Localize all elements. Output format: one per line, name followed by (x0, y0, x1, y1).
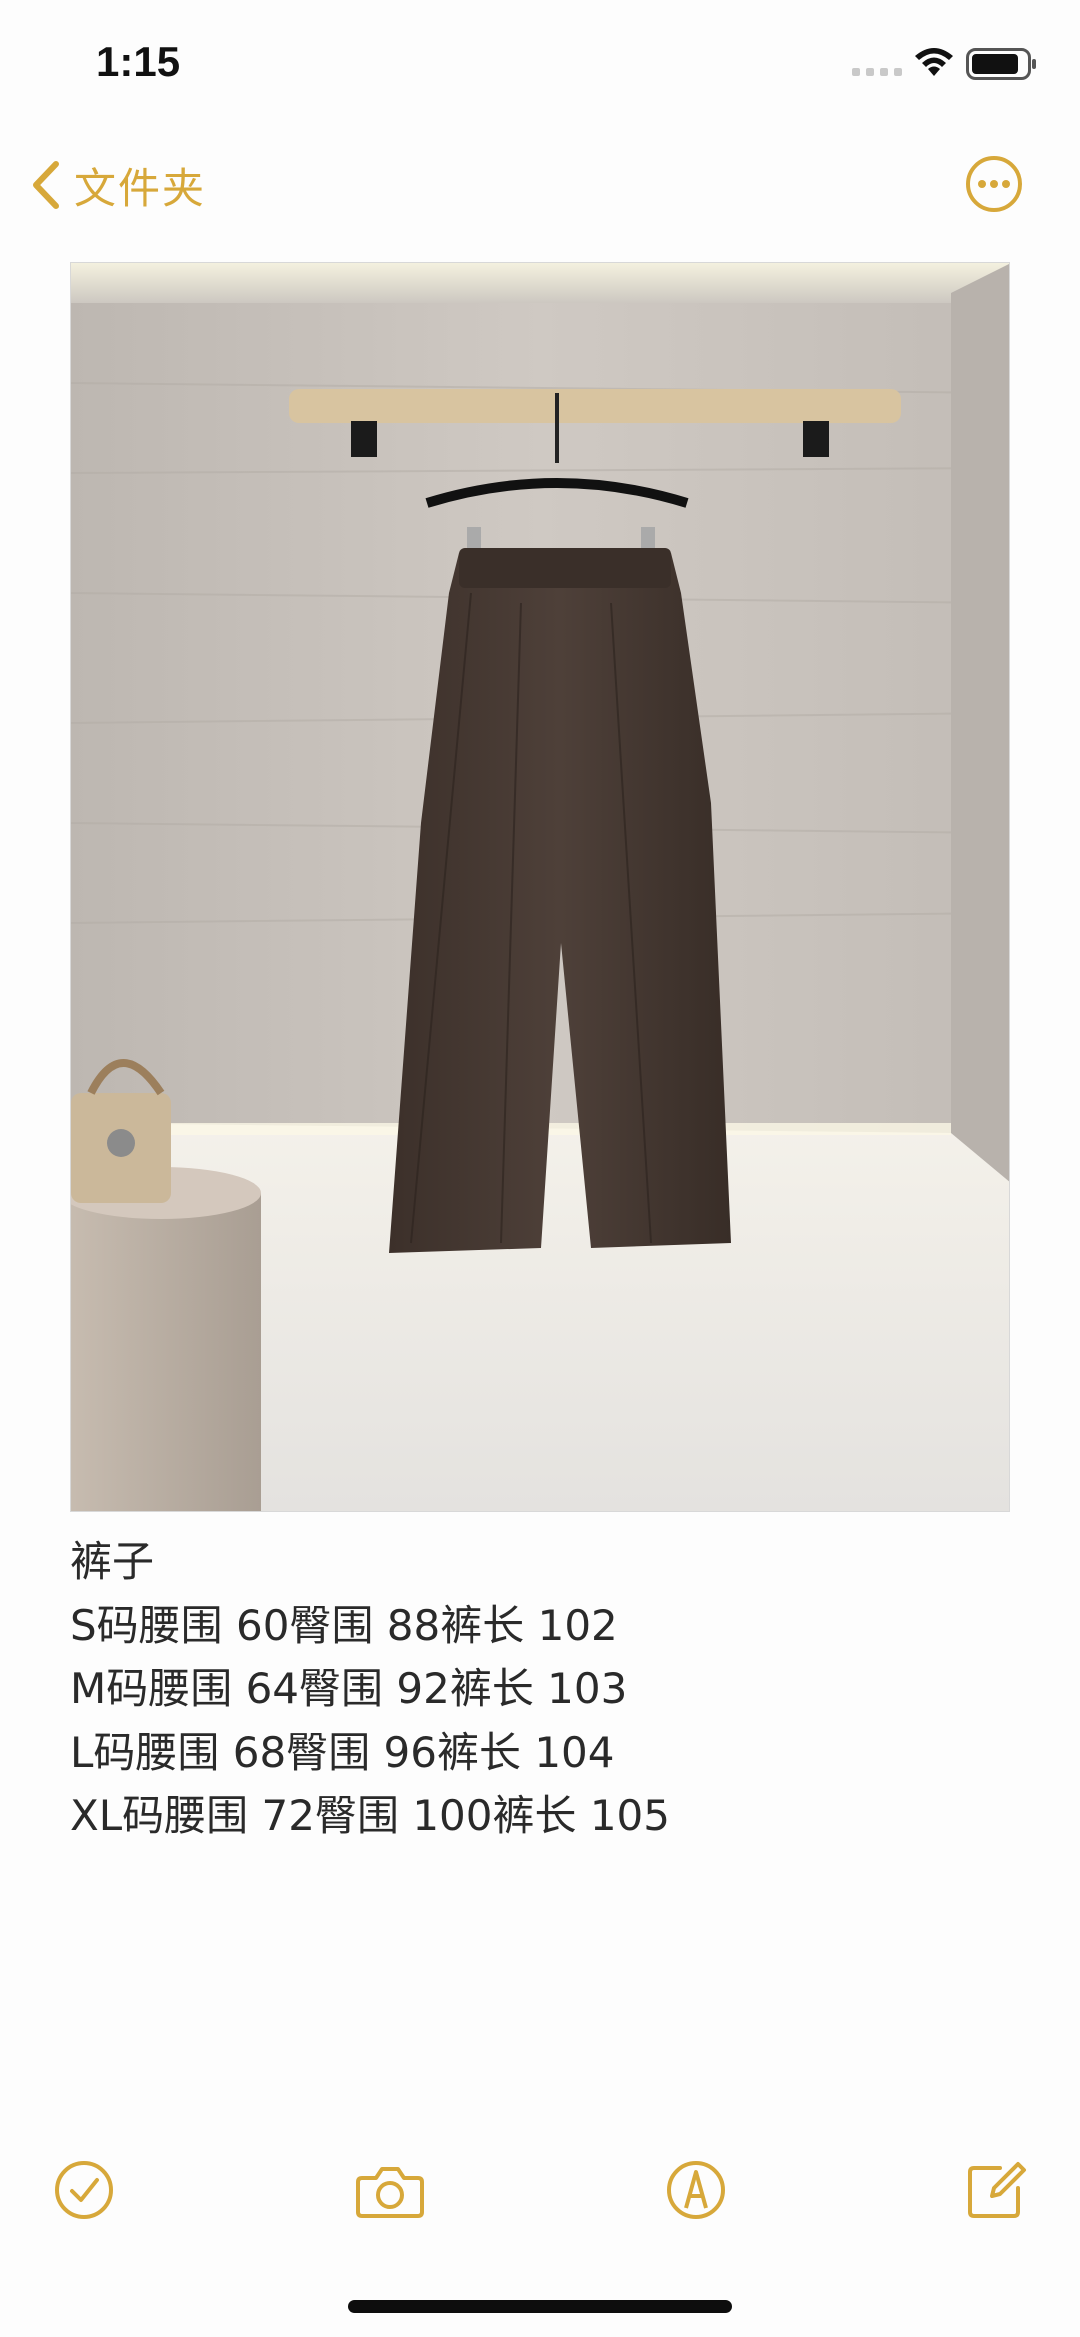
markup-icon[interactable] (664, 2158, 728, 2222)
checklist-icon[interactable] (52, 2158, 116, 2222)
back-label: 文件夹 (74, 164, 207, 212)
notes-screen: 1:15 文件夹 裤子 S码腰围 60臀围 88裤长 102 M码腰围 64臀围… (0, 0, 1080, 2337)
chevron-left-icon (33, 161, 59, 209)
back-button[interactable]: 文件夹 (30, 154, 206, 216)
note-line-size-xl: XL码腰围 72臀围 100裤长 105 (70, 1791, 670, 1840)
status-time: 1:15 (96, 38, 181, 85)
compose-icon[interactable] (964, 2158, 1028, 2222)
product-photo (71, 263, 1009, 1511)
note-line-size-m: M码腰围 64臀围 92裤长 103 (70, 1664, 628, 1713)
note-image-attachment[interactable] (70, 262, 1010, 1512)
navigation-bar: 文件夹 (0, 140, 1080, 230)
bottom-toolbar (0, 2150, 1080, 2230)
camera-icon[interactable] (354, 2158, 426, 2222)
home-indicator[interactable] (348, 2300, 732, 2313)
battery-icon (966, 48, 1036, 80)
wifi-icon (915, 48, 953, 76)
note-line-size-l: L码腰围 68臀围 96裤长 104 (70, 1727, 615, 1777)
note-title: 裤子 (70, 1537, 155, 1586)
signal-icon (852, 68, 902, 76)
note-body[interactable]: 裤子 S码腰围 60臀围 88裤长 102 M码腰围 64臀围 92裤长 103… (70, 1530, 970, 1848)
note-line-size-s: S码腰围 60臀围 88裤长 102 (70, 1600, 618, 1650)
ellipsis-circle-icon[interactable] (964, 154, 1024, 214)
status-bar: 1:15 (0, 0, 1080, 130)
